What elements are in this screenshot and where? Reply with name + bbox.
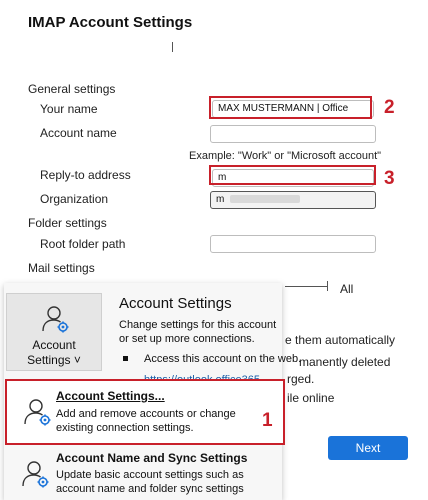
next-button[interactable]: Next — [328, 436, 408, 460]
root-folder-label: Root folder path — [40, 237, 126, 251]
menu-item-desc: Update basic account settings such as ac… — [56, 469, 244, 495]
root-folder-input[interactable] — [210, 235, 376, 253]
account-settings-button-line1: Account — [32, 338, 76, 352]
account-name-example-hint: Example: "Work" or "Microsoft account" — [189, 150, 382, 162]
menu-item-account-name-sync[interactable]: Account Name and Sync Settings Update ba… — [5, 447, 281, 500]
dropdown-header-desc: Change settings for this account or set … — [119, 319, 277, 345]
folder-settings-heading: Folder settings — [28, 216, 107, 230]
sync-slider-value: All — [340, 282, 354, 296]
account-name-input[interactable] — [210, 125, 376, 143]
menu-item-title: Account Name and Sync Settings — [56, 451, 248, 465]
annotation-number-2: 2 — [384, 97, 395, 118]
account-settings-button-line2: Settings ˅ — [27, 353, 81, 367]
account-gear-icon — [24, 399, 51, 426]
organization-input[interactable]: m — [210, 191, 376, 209]
menu-item-account-settings[interactable]: Account Settings... Add and remove accou… — [5, 379, 285, 445]
menu-item-title: Account Settings... — [56, 389, 165, 403]
text-cursor — [172, 42, 173, 52]
annotation-box-3 — [209, 165, 376, 185]
general-settings-heading: General settings — [28, 82, 116, 96]
dropdown-header-title: Account Settings — [119, 295, 232, 312]
sync-slider-track[interactable] — [285, 286, 327, 287]
dialog-title: IMAP Account Settings — [28, 14, 193, 31]
menu-item-desc: Add and remove accounts or change existi… — [56, 408, 236, 434]
annotation-number-3: 3 — [384, 168, 395, 189]
annotation-box-2 — [209, 96, 372, 119]
organization-value: m — [216, 194, 225, 205]
reply-to-label: Reply-to address — [40, 168, 131, 182]
background-text-2: manently deleted — [299, 355, 391, 369]
account-gear-icon — [42, 306, 69, 333]
background-text-4: ile online — [287, 391, 335, 405]
background-text-3: rged. — [287, 372, 315, 386]
sync-slider-tick — [327, 281, 328, 291]
background-text-1: e them automatically — [285, 333, 396, 347]
account-gear-icon — [22, 461, 49, 488]
account-name-label: Account name — [40, 126, 117, 140]
annotation-number-1: 1 — [262, 410, 273, 431]
bullet-text: Access this account on the web. — [144, 353, 302, 365]
mail-settings-heading: Mail settings — [28, 261, 95, 275]
account-settings-button[interactable]: Account Settings ˅ — [6, 293, 102, 371]
your-name-label: Your name — [40, 102, 98, 116]
bullet-icon — [123, 356, 128, 361]
redacted-area — [230, 195, 301, 204]
account-settings-button-label: Account Settings ˅ — [7, 338, 101, 368]
organization-label: Organization — [40, 192, 109, 206]
